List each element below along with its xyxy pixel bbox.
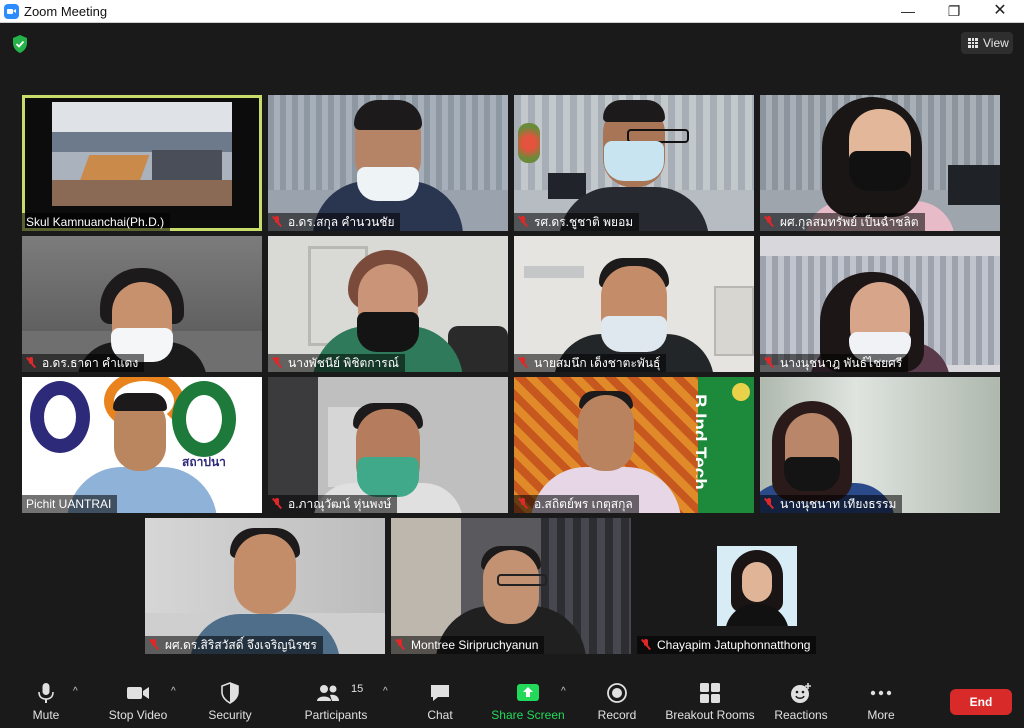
participant-name-label: รศ.ดร.ชูชาติ พยอม <box>514 213 640 231</box>
participants-button[interactable]: 15 Participants <box>300 674 372 728</box>
chat-bubble-icon <box>431 685 449 701</box>
participant-name-label: อ.สถิตย์พร เกตุสกุล <box>514 495 639 513</box>
bindtech-text: B.Ind.Tech <box>696 394 709 490</box>
participant-name-label: อ.ดร.ธาดา คำแดง <box>22 354 145 372</box>
mute-options-caret[interactable]: ^ <box>73 686 78 697</box>
record-label: Record <box>597 708 637 722</box>
video-tile[interactable]: อ.ดร.สกุล คำนวนชัย <box>268 95 508 231</box>
video-camera-icon <box>127 687 149 699</box>
participant-name-label: นางนุชนาฎ พันธ์ไชยศรี <box>760 354 909 372</box>
participants-icon <box>317 685 339 701</box>
participant-name-label: นางนุชนาท เทียงธรรม <box>760 495 903 513</box>
muted-mic-icon <box>518 357 528 368</box>
security-button[interactable]: Security <box>202 674 258 728</box>
maximize-button[interactable]: ❐ <box>931 0 977 23</box>
view-label: View <box>983 36 1009 50</box>
video-tile[interactable]: อ.ภาณุวัฒน์ หุ่นพงษ์ <box>268 377 508 513</box>
video-tile[interactable]: นางพัชนีย์ พิชิตการณ์ <box>268 236 508 372</box>
muted-mic-icon <box>764 498 774 509</box>
reactions-label: Reactions <box>774 708 828 722</box>
video-tile[interactable]: ผศ.ดร.สิริสวัสดิ์ จึงเจริญนิรชร <box>145 518 385 654</box>
view-button[interactable]: View <box>961 32 1013 54</box>
muted-mic-icon <box>764 216 774 227</box>
share-screen-icon <box>517 684 539 701</box>
video-tile[interactable]: สถาปนา Pichit UANTRAI <box>22 377 262 513</box>
video-options-caret[interactable]: ^ <box>171 686 176 697</box>
profile-picture <box>717 546 797 626</box>
video-tile[interactable]: ผศ.กุลสมทรัพย์ เป็นฉำชลิต <box>760 95 1000 231</box>
encryption-shield-icon[interactable] <box>11 34 29 54</box>
share-options-caret[interactable]: ^ <box>561 686 566 697</box>
window-titlebar: Zoom Meeting — ❐ ✕ <box>0 0 1024 23</box>
video-tile[interactable]: Montree Siripruchyanun <box>391 518 631 654</box>
emoji-reactions-icon <box>791 683 811 703</box>
video-tile[interactable]: รศ.ดร.ชูชาติ พยอม <box>514 95 754 231</box>
muted-mic-icon <box>518 498 528 509</box>
muted-mic-icon <box>764 357 774 368</box>
muted-mic-icon <box>26 357 36 368</box>
stop-video-button[interactable]: Stop Video <box>105 674 171 728</box>
video-tile[interactable]: นายสมนึก เด็งชาตะพันธุ์ <box>514 236 754 372</box>
muted-mic-icon <box>149 639 159 650</box>
video-tile[interactable]: อ.ดร.ธาดา คำแดง <box>22 236 262 372</box>
share-screen-label: Share Screen <box>491 708 565 722</box>
chat-label: Chat <box>427 708 453 722</box>
share-screen-button[interactable]: Share Screen <box>490 674 566 728</box>
video-tile[interactable]: นางนุชนาท เทียงธรรม <box>760 377 1000 513</box>
participants-options-caret[interactable]: ^ <box>383 686 388 697</box>
breakout-rooms-icon <box>700 683 720 703</box>
muted-mic-icon <box>272 216 282 227</box>
meeting-toolbar: Mute ^ Stop Video ^ Security 15 Particip… <box>0 674 1024 728</box>
participant-name-label: Pichit UANTRAI <box>22 495 118 513</box>
zoom-app-icon <box>4 4 19 19</box>
participant-name-label: Montree Siripruchyanun <box>391 636 545 654</box>
window-title: Zoom Meeting <box>24 4 108 19</box>
participants-count: 15 <box>351 683 364 695</box>
participant-name-label: อ.ดร.สกุล คำนวนชัย <box>268 213 401 231</box>
logo-subtitle: สถาปนา <box>182 455 226 469</box>
muted-mic-icon <box>641 639 651 650</box>
participant-name-label: นางพัชนีย์ พิชิตการณ์ <box>268 354 405 372</box>
muted-mic-icon <box>272 357 282 368</box>
participant-name-label: นายสมนึก เด็งชาตะพันธุ์ <box>514 354 667 372</box>
record-icon <box>607 683 627 703</box>
microphone-icon <box>38 683 54 703</box>
participant-name-label: อ.ภาณุวัฒน์ หุ่นพงษ์ <box>268 495 398 513</box>
chat-button[interactable]: Chat <box>418 674 462 728</box>
participant-name-label: ผศ.กุลสมทรัพย์ เป็นฉำชลิต <box>760 213 925 231</box>
mute-button[interactable]: Mute <box>22 674 70 728</box>
muted-mic-icon <box>518 216 528 227</box>
participants-label: Participants <box>304 708 368 722</box>
stop-video-label: Stop Video <box>108 708 168 722</box>
participant-name-label: Chayapim Jatuphonnatthong <box>637 636 817 654</box>
reactions-button[interactable]: Reactions <box>772 674 830 728</box>
muted-mic-icon <box>272 498 282 509</box>
more-button[interactable]: More <box>858 674 904 728</box>
muted-mic-icon <box>395 639 405 650</box>
security-shield-icon <box>221 682 239 704</box>
meeting-area: View Skul Kamnuanchai(Ph.D.) อ.ดร.สกุล ค… <box>0 24 1024 674</box>
mute-label: Mute <box>32 708 60 722</box>
bindtech-banner: B.Ind.Tech <box>696 385 730 513</box>
record-button[interactable]: Record <box>594 674 640 728</box>
video-tile[interactable]: B.Ind.Tech อ.สถิตย์พร เกตุสกุล <box>514 377 754 513</box>
security-label: Security <box>208 708 252 722</box>
video-tile[interactable]: Chayapim Jatuphonnatthong <box>637 518 877 654</box>
end-meeting-button[interactable]: End <box>950 689 1012 715</box>
breakout-rooms-button[interactable]: Breakout Rooms <box>664 674 756 728</box>
more-dots-icon <box>870 690 892 696</box>
minimize-button[interactable]: — <box>885 0 931 23</box>
participant-name-label: ผศ.ดร.สิริสวัสดิ์ จึงเจริญนิรชร <box>145 636 323 654</box>
video-tile[interactable]: Skul Kamnuanchai(Ph.D.) <box>22 95 262 231</box>
grid-icon <box>968 38 978 48</box>
more-label: More <box>867 708 895 722</box>
video-tile[interactable]: นางนุชนาฎ พันธ์ไชยศรี <box>760 236 1000 372</box>
breakout-rooms-label: Breakout Rooms <box>665 708 755 722</box>
participant-name-label: Skul Kamnuanchai(Ph.D.) <box>22 213 171 231</box>
close-button[interactable]: ✕ <box>977 0 1023 23</box>
